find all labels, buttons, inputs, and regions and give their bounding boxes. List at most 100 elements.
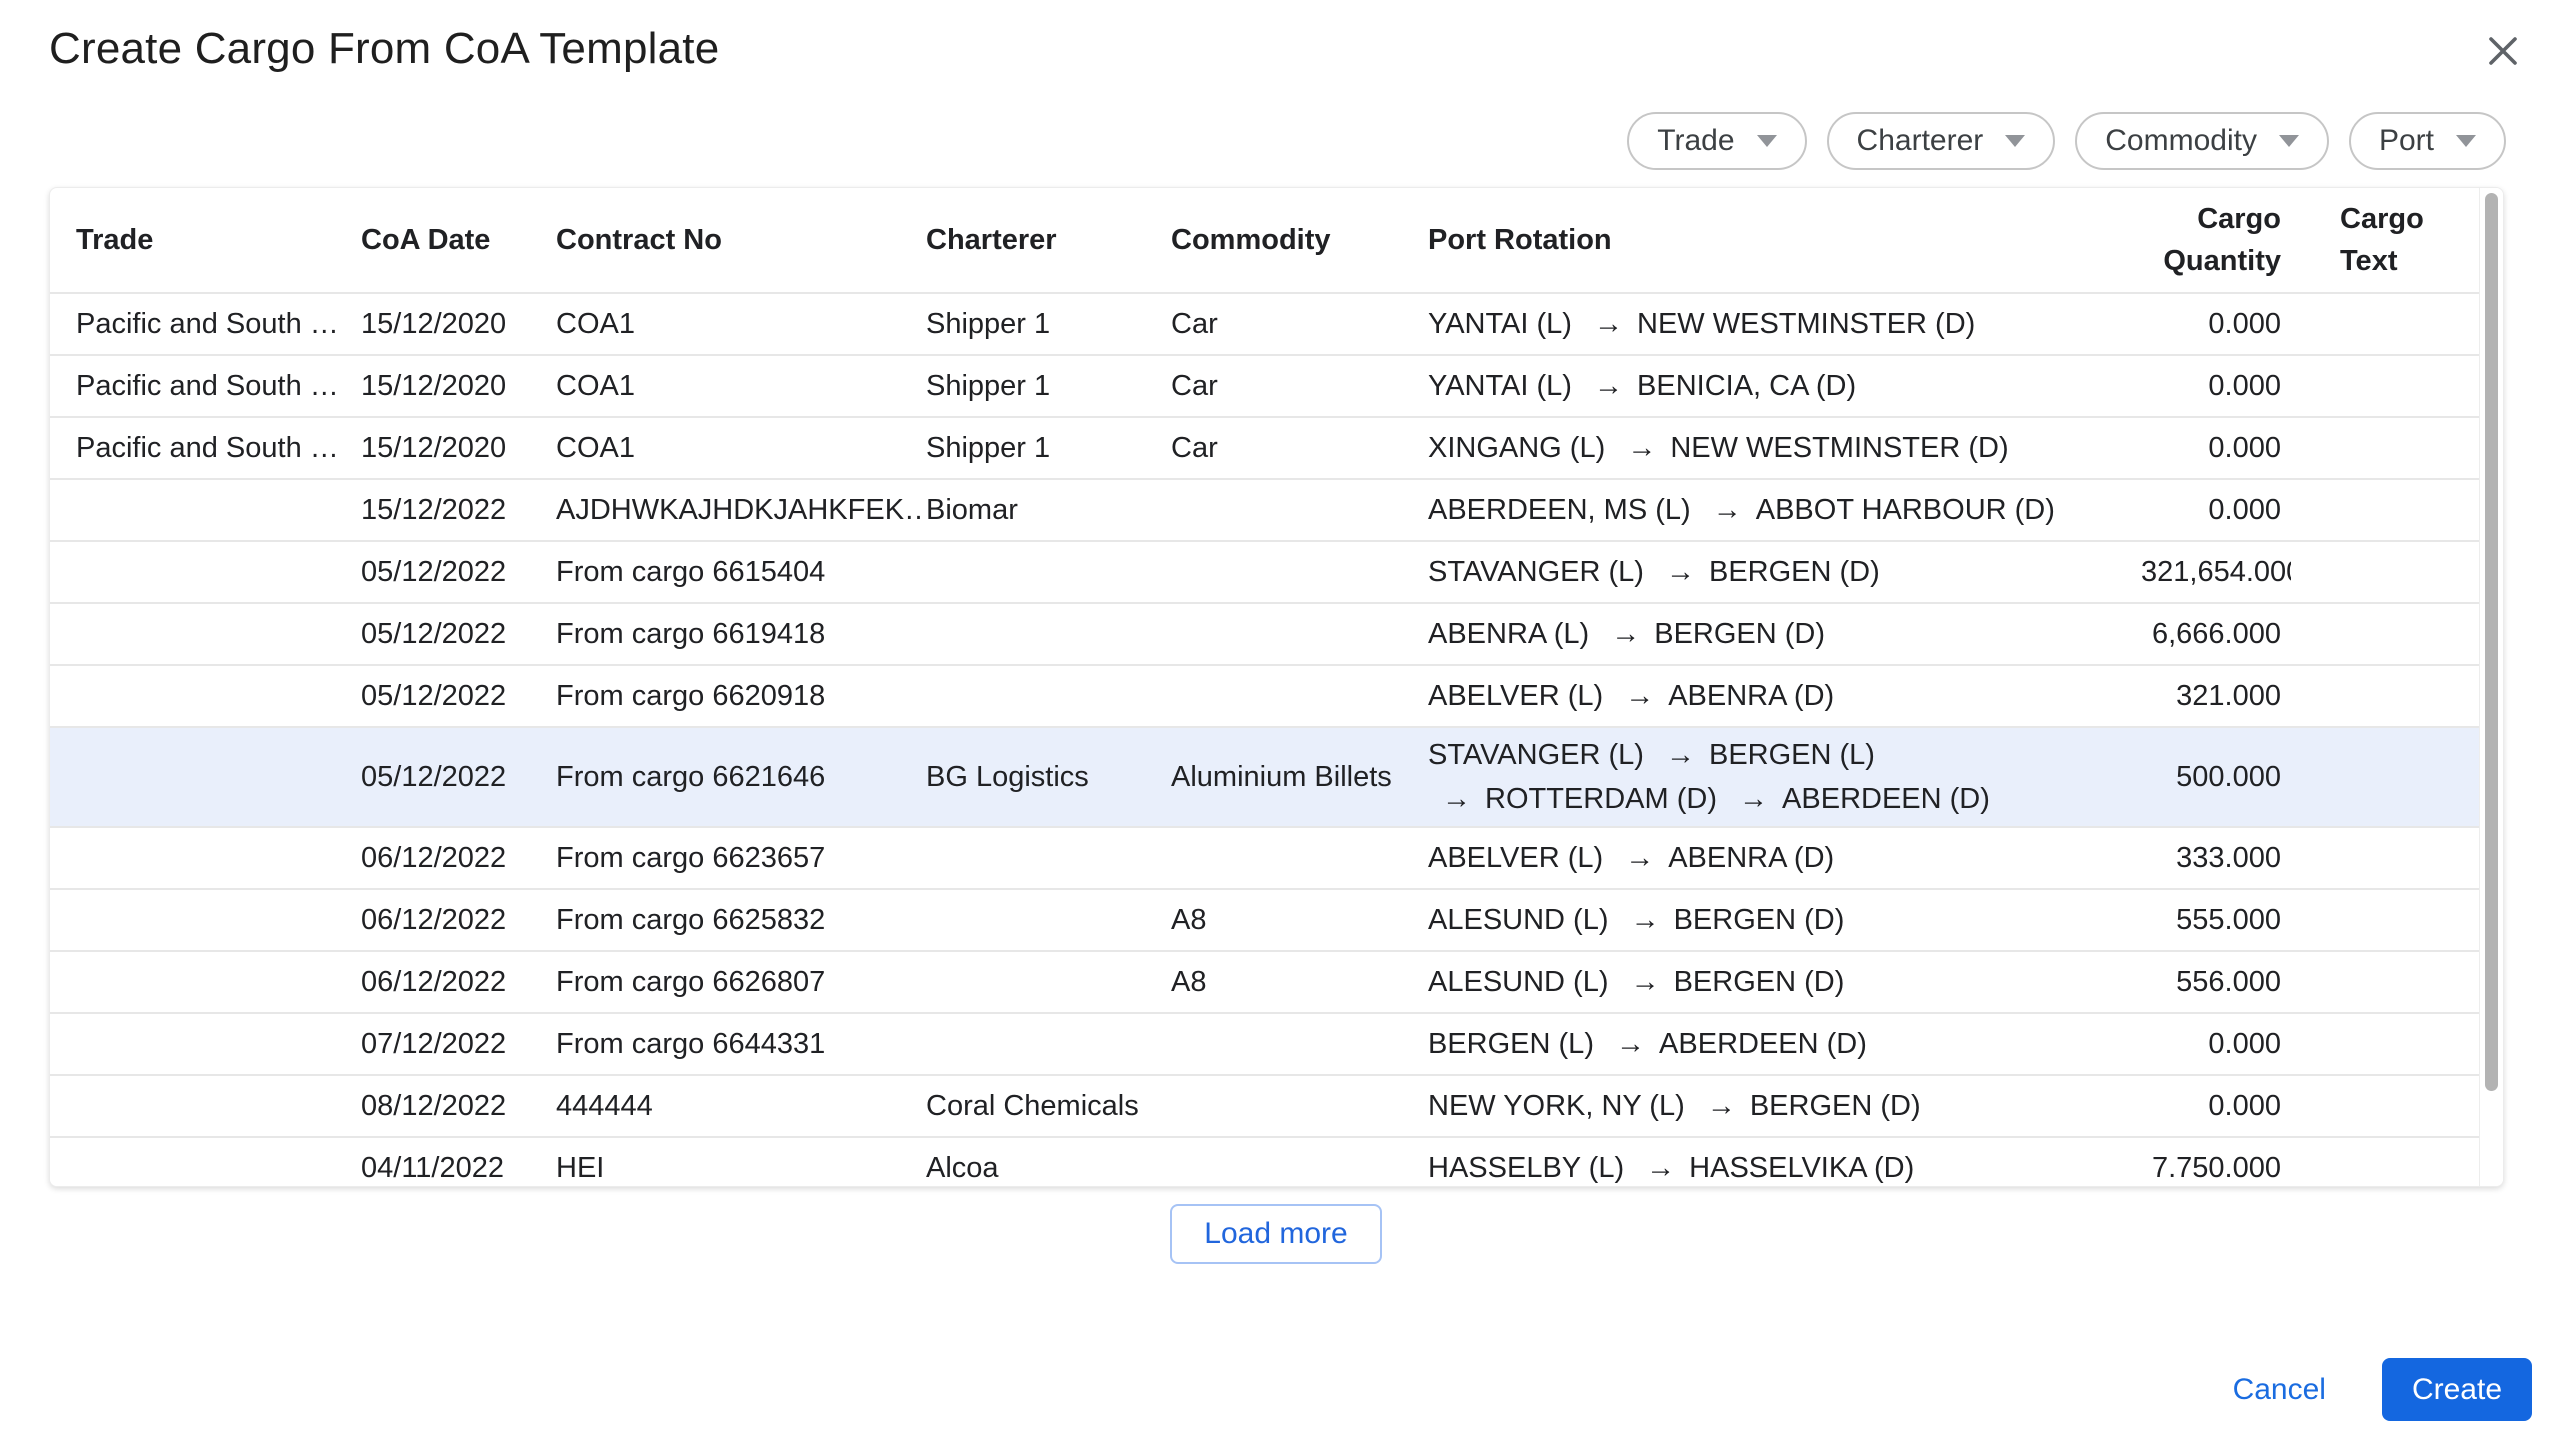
coa-date-cell: 05/12/2022 (361, 556, 507, 588)
arrow-right-icon: → (1625, 680, 1655, 712)
trade-cell: Pacific and South … (76, 308, 339, 340)
table-row[interactable]: Pacific and South … 15/12/2020 COA1 Shipper… (50, 294, 2503, 356)
table-row[interactable]: 06/12/2022 From cargo 6623657 ABELVER (L) … (50, 828, 2503, 890)
scrollbar-thumb[interactable] (2485, 193, 2498, 1091)
port-filter-dropdown[interactable]: Port (2348, 112, 2506, 170)
charterer-cell: BG Logistics (926, 761, 1089, 793)
table-row[interactable]: 04/11/2022 HEI Alcoa HASSELBY (L) → HASSELVI… (50, 1138, 2503, 1186)
column-header-coa-date: CoA Date (361, 224, 491, 256)
contract-no-cell: 444444 (556, 1090, 653, 1122)
port-rotation-cell: STAVANGER (L) → BERGEN (L) → ROTTERDAM (D)… (1428, 733, 2141, 821)
table-header-row: Trade CoA Date Contract No Charterer Com… (50, 188, 2503, 294)
port-segment: → NEW WESTMINSTER (D) (1594, 308, 1976, 340)
port-segment: YANTAI (L) (1428, 308, 1572, 340)
cargo-quantity-cell: 556.000 (2176, 966, 2281, 998)
contract-no-cell: HEI (556, 1152, 605, 1184)
contract-no-cell: From cargo 6623657 (556, 842, 826, 874)
chevron-down-icon (2278, 135, 2299, 147)
contract-no-cell: COA1 (556, 370, 635, 402)
port-segment: → ABBOT HARBOUR (D) (1712, 494, 2055, 526)
coa-date-cell: 06/12/2022 (361, 842, 507, 874)
port-segment: BERGEN (L) (1428, 1028, 1594, 1060)
cargo-quantity-cell: 7.750.000 (2151, 1152, 2281, 1184)
table-row[interactable]: 06/12/2022 From cargo 6625832 A8 ALESUND (L… (50, 890, 2503, 952)
port-rotation-cell: ABERDEEN, MS (L) → ABBOT HARBOUR (D) (1428, 488, 2141, 532)
column-header-cargo-text: Cargo Text (2340, 203, 2424, 277)
coa-date-cell: 06/12/2022 (361, 966, 507, 998)
column-header-commodity: Commodity (1171, 224, 1331, 256)
arrow-right-icon: → (1616, 1028, 1646, 1060)
table-row[interactable]: 05/12/2022 From cargo 6620918 ABELVER (L) … (50, 666, 2503, 728)
table-row[interactable]: Pacific and South … 15/12/2020 COA1 Shipper… (50, 356, 2503, 418)
chevron-down-icon (2456, 135, 2476, 147)
port-segment: → ABERDEEN (D) (1616, 1028, 1867, 1060)
table-row[interactable]: 06/12/2022 From cargo 6626807 A8 ALESUND (L… (50, 952, 2503, 1014)
contract-no-cell: From cargo 6615404 (556, 556, 826, 588)
arrow-right-icon: → (1627, 432, 1657, 464)
contract-no-cell: From cargo 6644331 (556, 1028, 826, 1060)
port-segment: ALESUND (L) (1428, 966, 1609, 998)
trade-filter-dropdown[interactable]: Trade (1627, 112, 1807, 170)
port-segment: → BERGEN (D) (1630, 904, 1845, 936)
table-row[interactable]: 07/12/2022 From cargo 6644331 BERGEN (L) →… (50, 1014, 2503, 1076)
table-row[interactable]: 08/12/2022 444444 Coral Chemicals NEW YORK,… (50, 1076, 2503, 1138)
port-segment: STAVANGER (L) (1428, 556, 1644, 588)
coa-date-cell: 06/12/2022 (361, 904, 507, 936)
filter-label: Charterer (1856, 124, 1984, 157)
port-segment: → BENICIA, CA (D) (1594, 370, 1857, 402)
cargo-quantity-cell: 555.000 (2176, 904, 2281, 936)
port-rotation-cell: ABENRA (L) → BERGEN (D) (1428, 612, 2141, 656)
contract-no-cell: COA1 (556, 432, 635, 464)
port-rotation-cell: ABELVER (L) → ABENRA (D) (1428, 674, 2141, 718)
charterer-filter-dropdown[interactable]: Charterer (1826, 112, 2056, 170)
coa-date-cell: 05/12/2022 (361, 680, 507, 712)
port-rotation-cell: HASSELBY (L) → HASSELVIKA (D) (1428, 1146, 2141, 1186)
port-rotation-cell: BERGEN (L) → ABERDEEN (D) (1428, 1022, 2141, 1066)
arrow-right-icon: → (1646, 1152, 1676, 1184)
cancel-button[interactable]: Cancel (2225, 1373, 2334, 1407)
cargo-quantity-cell: 0.000 (2208, 432, 2281, 464)
cargo-quantity-cell: 321,654.000 (2141, 556, 2291, 588)
table-row[interactable]: Pacific and South … 15/12/2020 COA1 Shipper… (50, 418, 2503, 480)
table-scrollbar[interactable] (2479, 188, 2503, 1186)
port-segment: → BERGEN (L) (1665, 739, 1875, 771)
close-icon (2489, 37, 2517, 65)
port-segment: XINGANG (L) (1428, 432, 1606, 464)
port-segment: ABELVER (L) (1428, 842, 1604, 874)
contract-no-cell: From cargo 6621646 (556, 761, 826, 793)
table-row[interactable]: 05/12/2022 From cargo 6615404 STAVANGER (L… (50, 542, 2503, 604)
coa-date-cell: 04/11/2022 (361, 1152, 504, 1184)
cargo-quantity-cell: 321.000 (2176, 680, 2281, 712)
contract-no-cell: From cargo 6620918 (556, 680, 826, 712)
port-rotation-cell: YANTAI (L) → BENICIA, CA (D) (1428, 364, 2141, 408)
charterer-cell: Coral Chemicals (926, 1090, 1139, 1122)
port-rotation-cell: YANTAI (L) → NEW WESTMINSTER (D) (1428, 302, 2141, 346)
commodity-filter-dropdown[interactable]: Commodity (2075, 112, 2329, 170)
port-segment: → BERGEN (D) (1630, 966, 1845, 998)
chevron-down-icon (1756, 135, 1777, 147)
contract-no-cell: COA1 (556, 308, 635, 340)
table-row[interactable]: 05/12/2022 From cargo 6621646 BG Logistics… (50, 728, 2503, 828)
commodity-cell: A8 (1171, 904, 1207, 936)
chevron-down-icon (2005, 135, 2026, 147)
cargo-quantity-cell: 0.000 (2208, 308, 2281, 340)
arrow-right-icon: → (1712, 494, 1742, 526)
coa-date-cell: 05/12/2022 (361, 618, 507, 650)
port-segment: → BERGEN (D) (1706, 1090, 1921, 1122)
close-button[interactable] (2478, 26, 2528, 76)
arrow-right-icon: → (1630, 904, 1660, 936)
table-row[interactable]: 05/12/2022 From cargo 6619418 ABENRA (L) →… (50, 604, 2503, 666)
load-more-button[interactable]: Load more (1170, 1204, 1382, 1264)
cargo-quantity-cell: 500.000 (2176, 761, 2281, 793)
filter-label: Trade (1657, 124, 1735, 157)
create-button[interactable]: Create (2381, 1358, 2532, 1421)
port-rotation-cell: XINGANG (L) → NEW WESTMINSTER (D) (1428, 426, 2141, 470)
port-segment: ABENRA (L) (1428, 618, 1590, 650)
table-row[interactable]: 15/12/2022 AJDHWKAJHDKJAHKFEK… Biomar ABERD… (50, 480, 2503, 542)
charterer-cell: Shipper 1 (926, 370, 1051, 402)
port-segment: → BERGEN (D) (1611, 618, 1826, 650)
dialog-title: Create Cargo From CoA Template (49, 24, 720, 73)
arrow-right-icon: → (1665, 556, 1695, 588)
arrow-right-icon: → (1594, 370, 1624, 402)
cargo-quantity-cell: 0.000 (2208, 494, 2281, 526)
